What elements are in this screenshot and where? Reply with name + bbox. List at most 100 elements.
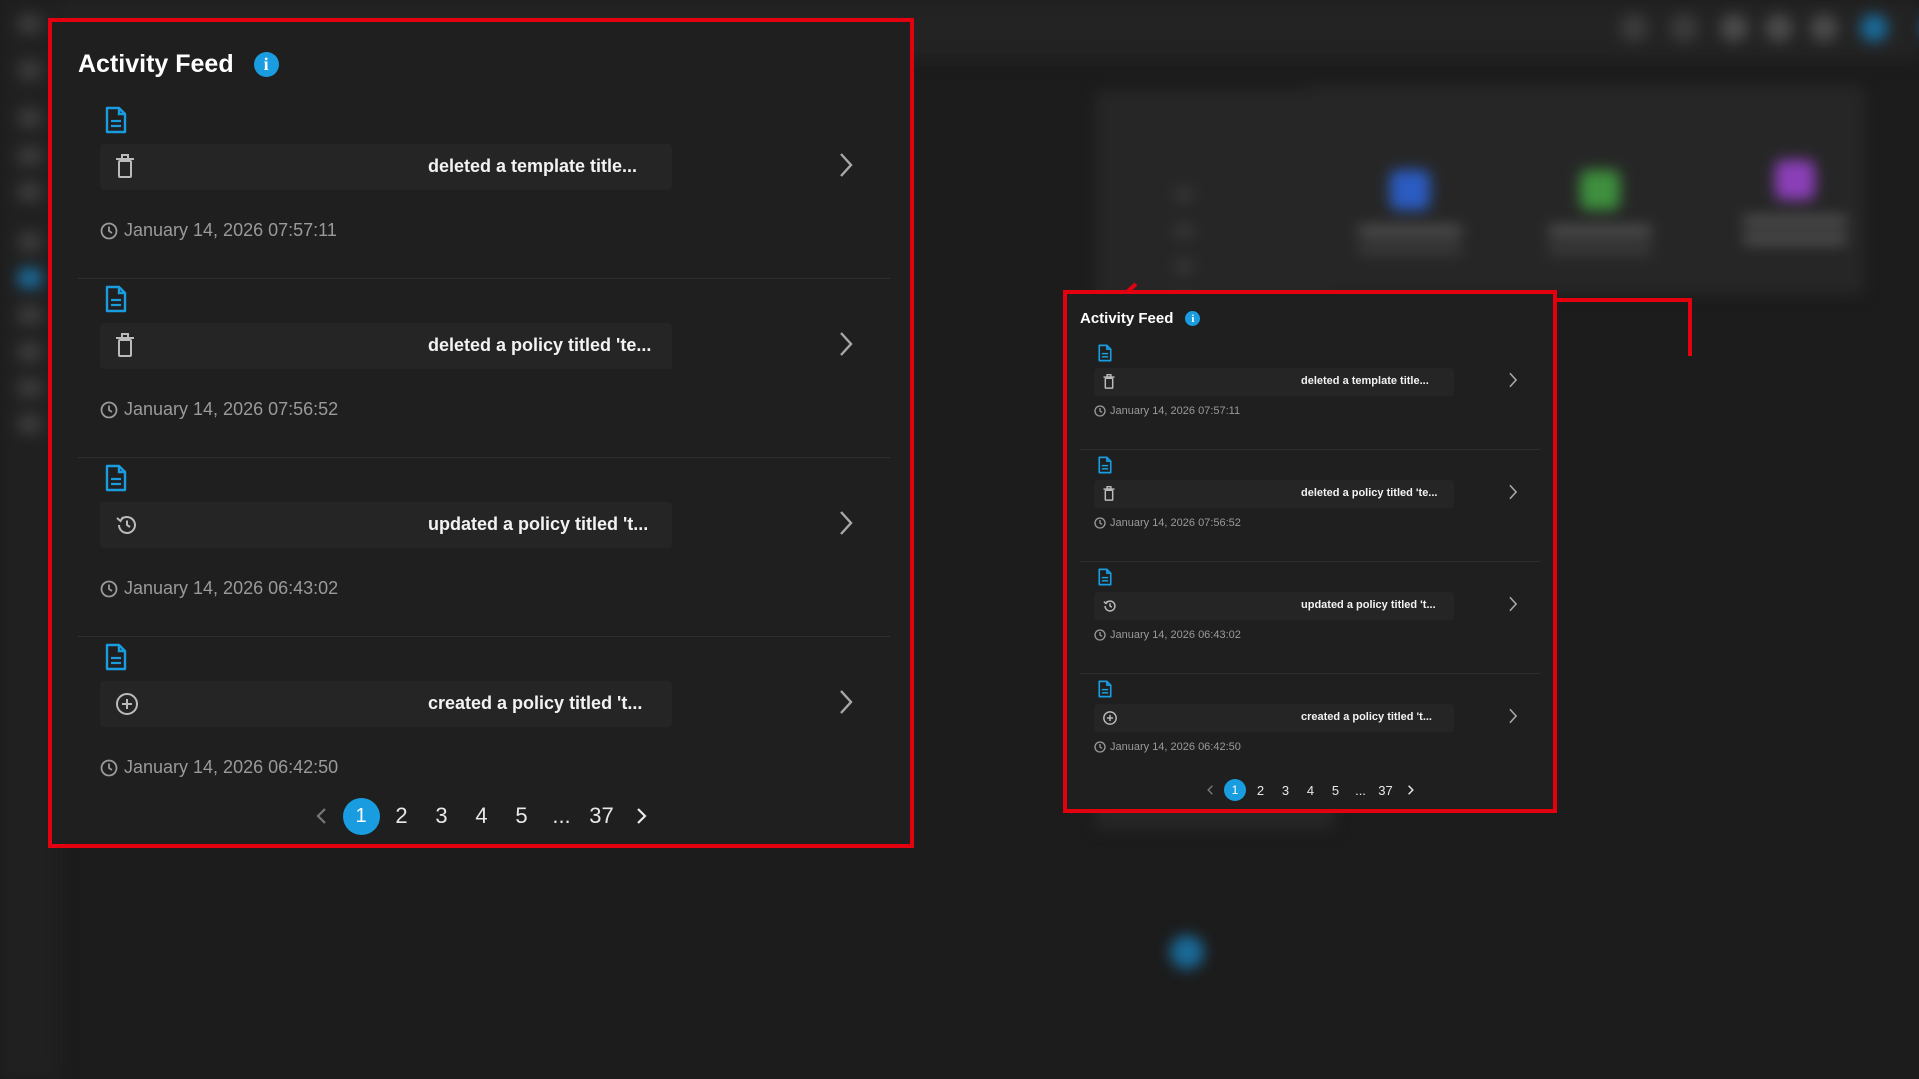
page-1-button[interactable]: 1 (342, 797, 380, 835)
feed-title: Activity Feed (78, 50, 234, 78)
feed-entry[interactable]: deleted a template title... January 14, … (78, 100, 890, 279)
activity-feed-original: Activity Feed i deleted a template title… (1063, 290, 1557, 813)
feed-entry[interactable]: updated a policy titled 't... January 14… (78, 458, 890, 637)
page-ellipsis: ... (552, 803, 571, 828)
page-2-button[interactable]: 2 (1248, 783, 1273, 798)
clock-icon (1094, 741, 1106, 753)
trash-icon (1102, 373, 1116, 394)
feed-entries: deleted a template title... January 14, … (78, 100, 890, 816)
page-1-button[interactable]: 1 (1224, 779, 1246, 801)
entry-timestamp-row: January 14, 2026 07:56:52 (100, 399, 338, 420)
entry-action-text: deleted a template title... (428, 156, 638, 176)
page-37-button[interactable]: 37 (582, 803, 622, 829)
entry-action-bar[interactable]: deleted a policy titled 'te... (100, 323, 672, 369)
clock-icon (1094, 517, 1106, 529)
clock-icon (1094, 405, 1106, 417)
document-icon (1098, 680, 1112, 698)
pagination: 1 2 3 4 5 ... 37 (52, 796, 910, 836)
page-3-button[interactable]: 3 (422, 803, 462, 829)
feed-entry[interactable]: deleted a policy titled 'te... January 1… (78, 279, 890, 458)
clock-icon (1094, 629, 1106, 641)
entry-action-bar[interactable]: created a policy titled 't... (1094, 704, 1454, 732)
activity-feed-zoomed: Activity Feed i deleted a template title… (48, 18, 914, 848)
chevron-right-icon[interactable] (1508, 484, 1518, 500)
entry-timestamp-row: January 14, 2026 06:43:02 (1094, 629, 1241, 641)
entry-action-bar[interactable]: updated a policy titled 't... (1094, 592, 1454, 620)
pagination: 1 2 3 4 5 ... 37 (1067, 778, 1553, 802)
entry-action-text: deleted a policy titled 'te... (1301, 487, 1438, 499)
entry-timestamp-row: January 14, 2026 06:43:02 (100, 578, 338, 599)
feed-entry[interactable]: created a policy titled 't... January 14… (78, 637, 890, 816)
entry-timestamp-row: January 14, 2026 07:56:52 (1094, 517, 1241, 529)
entry-action-text: updated a policy titled 't... (428, 514, 649, 534)
entry-timestamp-row: January 14, 2026 06:42:50 (100, 757, 338, 778)
entry-timestamp: January 14, 2026 07:56:52 (1110, 517, 1241, 529)
page-2-button[interactable]: 2 (382, 803, 422, 829)
document-icon (105, 464, 127, 492)
document-icon (1098, 568, 1112, 586)
feed-entry[interactable]: updated a policy titled 't... January 14… (1080, 562, 1540, 674)
feed-header: Activity Feed i (1080, 310, 1201, 327)
entry-timestamp: January 14, 2026 07:57:11 (124, 220, 337, 240)
feed-title: Activity Feed (1080, 310, 1174, 327)
chevron-right-icon[interactable] (838, 510, 854, 536)
chevron-right-icon[interactable] (838, 331, 854, 357)
chevron-right-icon[interactable] (1508, 372, 1518, 388)
info-icon[interactable]: i (1185, 311, 1201, 326)
next-page-button[interactable] (1398, 784, 1423, 796)
page-ellipsis: ... (1355, 782, 1366, 798)
entry-timestamp: January 14, 2026 06:42:50 (124, 757, 339, 777)
prev-page-button[interactable] (301, 806, 341, 826)
next-page-button[interactable] (622, 806, 662, 826)
entry-action-text: updated a policy titled 't... (1301, 599, 1436, 611)
clock-icon (100, 222, 118, 239)
page-5-button[interactable]: 5 (1323, 783, 1348, 798)
chevron-right-icon[interactable] (838, 152, 854, 178)
chevron-right-icon[interactable] (1508, 708, 1518, 724)
trash-icon (114, 333, 136, 363)
entry-action-bar[interactable]: updated a policy titled 't... (100, 502, 672, 548)
entry-timestamp-row: January 14, 2026 07:57:11 (1094, 405, 1240, 417)
history-icon (1102, 598, 1118, 618)
document-icon (1098, 456, 1112, 474)
chevron-right-icon[interactable] (1508, 596, 1518, 612)
entry-timestamp: January 14, 2026 07:57:11 (1110, 405, 1241, 417)
prev-page-button[interactable] (1197, 784, 1222, 796)
entry-timestamp: January 14, 2026 06:43:02 (1110, 629, 1241, 641)
document-icon (105, 106, 127, 134)
chevron-right-icon[interactable] (838, 689, 854, 715)
entry-timestamp: January 14, 2026 06:43:02 (124, 578, 339, 598)
entry-action-bar[interactable]: deleted a template title... (1094, 368, 1454, 396)
clock-icon (100, 401, 118, 418)
feed-entry[interactable]: created a policy titled 't... January 14… (1080, 674, 1540, 786)
entry-action-text: created a policy titled 't... (1301, 711, 1432, 723)
document-icon (105, 643, 127, 671)
entry-timestamp: January 14, 2026 07:56:52 (124, 399, 339, 419)
entry-action-bar[interactable]: created a policy titled 't... (100, 681, 672, 727)
feed-entry[interactable]: deleted a template title... January 14, … (1080, 338, 1540, 450)
page-4-button[interactable]: 4 (1298, 783, 1323, 798)
entry-action-text: deleted a policy titled 'te... (428, 335, 652, 355)
entry-action-bar[interactable]: deleted a policy titled 'te... (1094, 480, 1454, 508)
entry-timestamp-row: January 14, 2026 07:57:11 (100, 220, 337, 241)
document-icon (105, 285, 127, 313)
page-3-button[interactable]: 3 (1273, 783, 1298, 798)
clock-icon (100, 580, 118, 597)
entry-action-text: created a policy titled 't... (428, 693, 643, 713)
plus-circle-icon (114, 691, 140, 721)
feed-entries: deleted a template title... January 14, … (1080, 338, 1540, 786)
document-icon (1098, 344, 1112, 362)
info-icon[interactable]: i (253, 52, 279, 77)
page-4-button[interactable]: 4 (462, 803, 502, 829)
feed-header: Activity Feed i (78, 50, 279, 79)
history-icon (114, 512, 140, 542)
trash-icon (114, 154, 136, 184)
plus-circle-icon (1102, 710, 1118, 730)
entry-action-text: deleted a template title... (1301, 375, 1429, 387)
feed-entry[interactable]: deleted a policy titled 'te... January 1… (1080, 450, 1540, 562)
entry-timestamp: January 14, 2026 06:42:50 (1110, 741, 1241, 753)
entry-timestamp-row: January 14, 2026 06:42:50 (1094, 741, 1241, 753)
page-5-button[interactable]: 5 (502, 803, 542, 829)
page-37-button[interactable]: 37 (1373, 783, 1398, 798)
entry-action-bar[interactable]: deleted a template title... (100, 144, 672, 190)
